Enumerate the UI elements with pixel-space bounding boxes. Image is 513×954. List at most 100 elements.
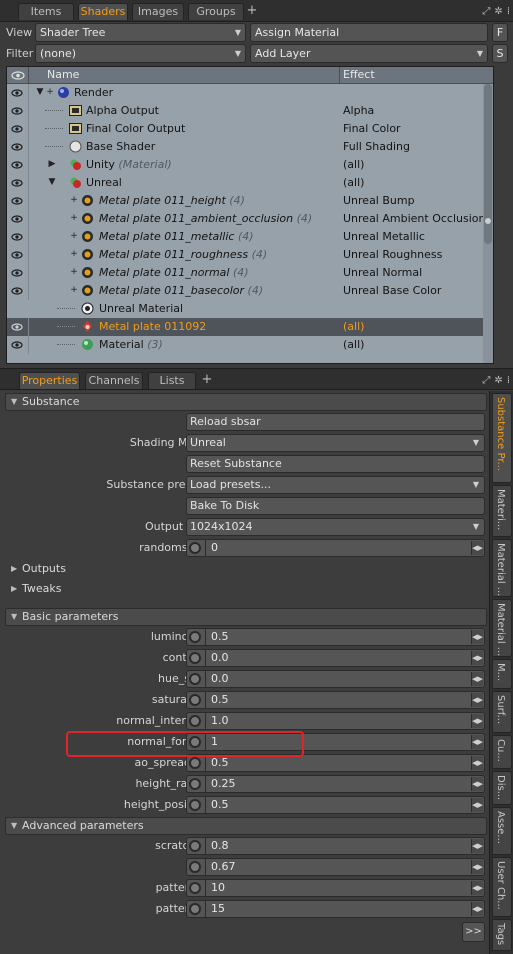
param-contrast-field[interactable]: 0.0 ◀▶ <box>186 649 485 667</box>
tree-row-base-shader[interactable]: Base Shader Full Shading <box>7 138 493 156</box>
param-age-field[interactable]: 0.67 ◀▶ <box>186 858 485 876</box>
tree-row-render[interactable]: ▼ + Render <box>7 84 493 102</box>
animate-toggle-icon[interactable] <box>189 882 201 894</box>
reset-substance-button[interactable]: Reset Substance <box>186 455 485 473</box>
side-tab-material-2[interactable]: Material ... <box>492 539 512 597</box>
stepper-icon[interactable]: ◀▶ <box>471 839 483 853</box>
stepper-icon[interactable]: ◀▶ <box>471 860 483 874</box>
plus-icon[interactable]: + <box>69 249 79 259</box>
animate-toggle-icon[interactable] <box>189 903 201 915</box>
add-tab-icon[interactable]: + <box>201 372 213 388</box>
plus-icon[interactable]: + <box>69 213 79 223</box>
param-normal-intensity-field[interactable]: 1.0 ◀▶ <box>186 712 485 730</box>
param-hue-shift-field[interactable]: 0.0 ◀▶ <box>186 670 485 688</box>
bake-to-disk-button[interactable]: Bake To Disk <box>186 497 485 515</box>
tree-row-metal-plate-011092[interactable]: Metal plate 011092 (all) <box>7 318 493 336</box>
stepper-icon[interactable]: ◀▶ <box>471 630 483 644</box>
tree-row-material[interactable]: Material (3) (all) <box>7 336 493 354</box>
section-substance[interactable]: ▼ Substance <box>5 393 487 411</box>
tree-row-metallic[interactable]: + Metal plate 011_metallic (4) Unreal Me… <box>7 228 493 246</box>
column-effect-header[interactable]: Effect <box>343 68 375 81</box>
expand-arrow-icon[interactable]: ▶ <box>47 159 57 169</box>
side-tab-assembly[interactable]: Asse... <box>492 807 512 855</box>
assign-material-button[interactable]: Assign Material <box>250 23 488 42</box>
reload-sbsar-button[interactable]: Reload sbsar <box>186 413 485 431</box>
animate-toggle-icon[interactable] <box>189 799 201 811</box>
animate-toggle-icon[interactable] <box>189 840 201 852</box>
plus-icon[interactable]: + <box>69 195 79 205</box>
section-advanced-parameters[interactable]: ▼ Advanced parameters <box>5 817 487 835</box>
column-divider[interactable] <box>339 67 340 84</box>
tab-images[interactable]: Images <box>132 3 184 20</box>
add-layer-dropdown[interactable]: Add Layer ▼ <box>250 44 488 63</box>
stepper-icon[interactable]: ◀▶ <box>471 693 483 707</box>
param-height-range-field[interactable]: 0.25 ◀▶ <box>186 775 485 793</box>
gear-icon[interactable]: ✲ <box>494 375 502 386</box>
expand-icon[interactable]: ⤢ <box>482 375 490 386</box>
output-size-dropdown[interactable]: 1024x1024 ▼ <box>186 518 485 536</box>
plus-icon[interactable]: + <box>69 231 79 241</box>
animate-toggle-icon[interactable] <box>189 652 201 664</box>
expand-icon[interactable]: ⤢ <box>482 6 490 17</box>
visibility-cell[interactable] <box>7 282 29 300</box>
animate-toggle-icon[interactable] <box>189 861 201 873</box>
side-tab-curve[interactable]: Cu... <box>492 735 512 769</box>
grip-icon[interactable]: ⁞ <box>507 6 510 17</box>
tab-groups[interactable]: Groups <box>188 3 244 20</box>
side-tab-substance[interactable]: Substance Pr... <box>492 393 512 483</box>
stepper-icon[interactable]: ◀▶ <box>471 651 483 665</box>
visibility-cell[interactable] <box>7 336 29 354</box>
f-button[interactable]: F <box>492 23 508 42</box>
visibility-cell[interactable] <box>7 192 29 210</box>
tree-row-unreal[interactable]: ▼ Unreal (all) <box>7 174 493 192</box>
visibility-column-header[interactable] <box>7 67 29 84</box>
plus-icon[interactable]: + <box>69 285 79 295</box>
side-tab-material-1[interactable]: Materi... <box>492 485 512 537</box>
side-tab-surface[interactable]: Surf... <box>492 691 512 733</box>
visibility-cell[interactable] <box>7 246 29 264</box>
tree-row-ambient-occlusion[interactable]: + Metal plate 011_ambient_occlusion (4) … <box>7 210 493 228</box>
tab-shaders[interactable]: Shaders <box>78 3 128 20</box>
tree-row-unity[interactable]: ▶ Unity (Material) (all) <box>7 156 493 174</box>
shading-mode-dropdown[interactable]: Unreal ▼ <box>186 434 485 452</box>
param-height-position-field[interactable]: 0.5 ◀▶ <box>186 796 485 814</box>
stepper-icon[interactable]: ◀▶ <box>471 541 483 555</box>
section-basic-parameters[interactable]: ▼ Basic parameters <box>5 608 487 626</box>
visibility-cell[interactable] <box>7 84 29 102</box>
more-button[interactable]: >> <box>462 922 485 942</box>
visibility-cell[interactable] <box>7 318 29 336</box>
view-dropdown[interactable]: Shader Tree ▼ <box>35 23 246 42</box>
param-scratches-field[interactable]: 0.8 ◀▶ <box>186 837 485 855</box>
tree-scrollbar[interactable] <box>483 84 493 363</box>
animate-toggle-icon[interactable] <box>189 631 201 643</box>
tab-channels[interactable]: Channels <box>85 372 143 389</box>
tree-row-alpha-output[interactable]: Alpha Output Alpha <box>7 102 493 120</box>
side-tab-user-channels[interactable]: User Ch... <box>492 857 512 917</box>
collapse-arrow-icon[interactable]: ▼ <box>35 87 45 97</box>
animate-toggle-icon[interactable] <box>189 778 201 790</box>
animate-toggle-icon[interactable] <box>189 673 201 685</box>
tree-row-height[interactable]: + Metal plate 011_height (4) Unreal Bump <box>7 192 493 210</box>
animate-toggle-icon[interactable] <box>189 715 201 727</box>
tab-items[interactable]: Items <box>18 3 74 20</box>
animate-toggle-icon[interactable] <box>189 542 201 554</box>
stepper-icon[interactable]: ◀▶ <box>471 672 483 686</box>
visibility-cell[interactable] <box>7 102 29 120</box>
visibility-cell[interactable] <box>7 120 29 138</box>
animate-toggle-icon[interactable] <box>189 757 201 769</box>
tab-lists[interactable]: Lists <box>148 372 196 389</box>
visibility-cell[interactable] <box>7 138 29 156</box>
side-tab-m[interactable]: M... <box>492 659 512 689</box>
visibility-cell[interactable] <box>7 210 29 228</box>
side-tab-display[interactable]: Dis... <box>492 771 512 805</box>
stepper-icon[interactable]: ◀▶ <box>471 756 483 770</box>
stepper-icon[interactable]: ◀▶ <box>471 735 483 749</box>
stepper-icon[interactable]: ◀▶ <box>471 777 483 791</box>
param-luminosity-field[interactable]: 0.5 ◀▶ <box>186 628 485 646</box>
stepper-icon[interactable]: ◀▶ <box>471 881 483 895</box>
stepper-icon[interactable]: ◀▶ <box>471 798 483 812</box>
tree-row-roughness[interactable]: + Metal plate 011_roughness (4) Unreal R… <box>7 246 493 264</box>
gear-icon[interactable]: ✲ <box>494 6 502 17</box>
add-tab-icon[interactable]: + <box>246 3 258 19</box>
visibility-cell[interactable] <box>7 264 29 282</box>
